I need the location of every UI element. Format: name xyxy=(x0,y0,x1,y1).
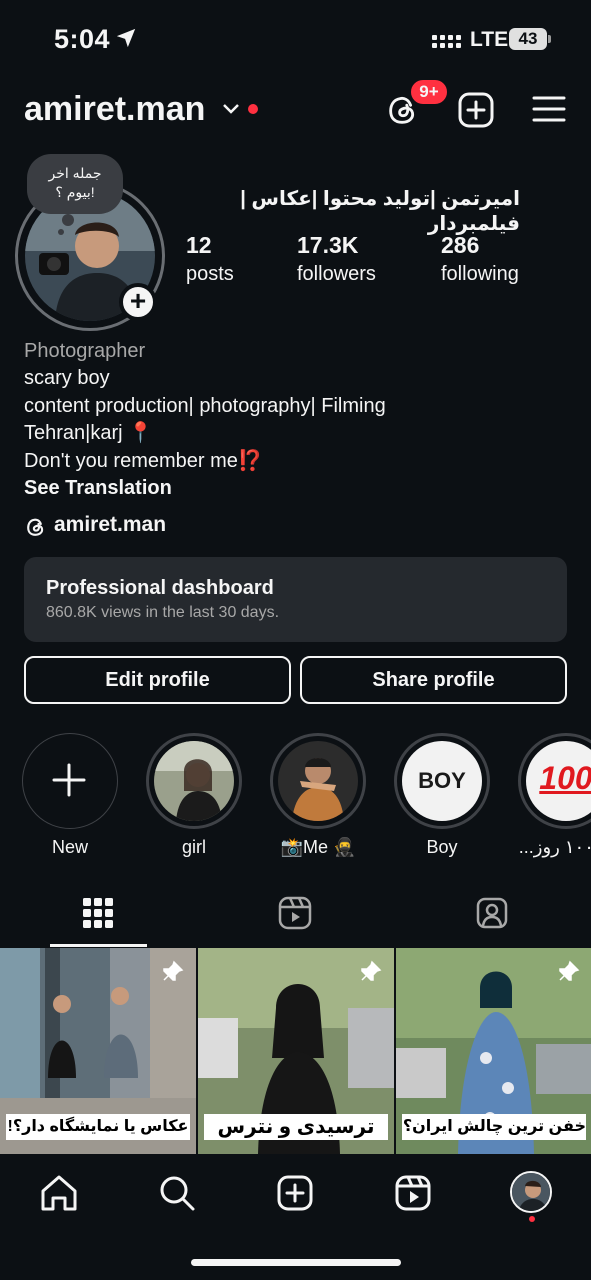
threads-icon xyxy=(27,518,44,536)
highlight-label: New xyxy=(51,837,88,857)
highlight-label: Boy xyxy=(426,837,458,857)
reels-icon xyxy=(278,896,312,930)
highlight-me[interactable]: 📸Me 🥷 xyxy=(270,733,366,858)
post-thumbnail[interactable]: ترسیدی و نترس xyxy=(198,948,394,1154)
highlight-label: girl xyxy=(181,837,206,857)
bio-line: Don't you remember me⁉️ xyxy=(24,449,263,472)
stat-label: following xyxy=(441,263,519,285)
highlight-100[interactable]: 100 تو ۱۰۰ روز... xyxy=(518,733,591,858)
stat-value: 17.3K xyxy=(297,232,359,258)
note-line-1: جمله اخر xyxy=(48,165,102,181)
bio-line: content production| photography| Filming xyxy=(24,394,386,417)
post-caption: خفن ترین چالش ایران؟! xyxy=(402,1114,586,1140)
highlight-ring xyxy=(146,733,242,829)
post-thumbnail[interactable]: عکاس یا نمایشگاه دار؟! xyxy=(0,948,196,1154)
status-bar: 5:04 LTE 43 xyxy=(0,0,591,80)
stat-followers[interactable]: 17.3K followers xyxy=(297,232,376,286)
activity-dot xyxy=(529,1216,535,1222)
stat-posts[interactable]: 12 posts xyxy=(186,232,234,286)
unread-dot xyxy=(248,104,258,114)
plus-square-icon[interactable] xyxy=(458,92,494,128)
full-name: امیرتمن |تولید محتوا |عکاس |فیلمبردار xyxy=(240,188,520,235)
bio-line: scary boy xyxy=(24,367,110,390)
pin-icon xyxy=(559,960,580,981)
chevron-down-icon[interactable] xyxy=(222,102,240,116)
reels-icon[interactable] xyxy=(391,1171,435,1215)
location-arrow-icon xyxy=(116,28,136,48)
highlight-cover-text: 100 xyxy=(539,760,591,796)
tab-reels[interactable] xyxy=(247,890,343,948)
note-tail xyxy=(62,214,74,226)
bio-line: Tehran|karj 📍 xyxy=(24,422,154,445)
stat-following[interactable]: 286 following xyxy=(441,232,519,286)
stat-value: 286 xyxy=(441,232,480,258)
tab-posts-grid[interactable] xyxy=(50,890,146,948)
tagged-icon xyxy=(476,897,508,929)
dashboard-title: Professional dashboard xyxy=(46,577,274,599)
threads-handle: amiret.man xyxy=(54,513,167,536)
profile-header: amiret.man 9+ xyxy=(0,78,591,140)
highlight-ring xyxy=(22,733,118,829)
stat-label: posts xyxy=(186,263,234,285)
post-caption: عکاس یا نمایشگاه دار؟! xyxy=(6,1114,190,1140)
pin-icon xyxy=(361,960,382,981)
dashboard-subtitle: 860.8K views in the last 30 days. xyxy=(46,604,280,621)
notification-badge: 9+ xyxy=(409,78,449,106)
see-translation-link[interactable]: See Translation xyxy=(24,475,574,502)
plus-icon xyxy=(52,763,86,797)
note-tail xyxy=(58,229,64,235)
highlight-label: تو ۱۰۰ روز... xyxy=(518,837,591,857)
status-time: 5:04 xyxy=(54,24,111,54)
add-story-button[interactable]: + xyxy=(119,283,157,321)
active-tab-indicator xyxy=(50,944,147,947)
highlight-cover: BOY xyxy=(402,741,482,821)
stat-value: 12 xyxy=(186,232,212,258)
category-label: Photographer xyxy=(24,340,146,362)
note-bubble[interactable]: جمله اخر بیوم ؟! xyxy=(27,154,123,214)
post-thumbnail[interactable]: خفن ترین چالش ایران؟! xyxy=(396,948,591,1154)
highlight-new[interactable]: New xyxy=(22,733,118,858)
username-switcher[interactable]: amiret.man xyxy=(24,90,205,129)
hamburger-icon[interactable] xyxy=(532,94,566,124)
highlight-ring: 100 xyxy=(518,733,591,829)
bio: Photographer scary boy content productio… xyxy=(24,338,574,502)
highlight-label: 📸Me 🥷 xyxy=(280,837,356,857)
post-caption: ترسیدی و نترس xyxy=(204,1114,388,1140)
highlight-cover-text: BOY xyxy=(418,768,466,793)
share-profile-button[interactable]: Share profile xyxy=(300,656,567,704)
tab-tagged[interactable] xyxy=(444,890,540,948)
profile-tab-avatar[interactable] xyxy=(510,1171,552,1213)
highlight-boy[interactable]: BOY Boy xyxy=(394,733,490,858)
battery-indicator: 43 xyxy=(509,28,547,50)
highlight-ring xyxy=(270,733,366,829)
highlight-cover: 100 xyxy=(526,741,591,821)
highlight-ring: BOY xyxy=(394,733,490,829)
professional-dashboard[interactable]: Professional dashboard 860.8K views in t… xyxy=(24,557,567,642)
note-line-2: بیوم ؟! xyxy=(55,184,95,200)
pin-icon xyxy=(163,960,184,981)
create-icon[interactable] xyxy=(273,1171,317,1215)
home-indicator xyxy=(191,1259,401,1266)
stat-label: followers xyxy=(297,263,376,285)
grid-icon xyxy=(83,898,113,928)
signal-icon xyxy=(432,35,461,48)
highlight-cover xyxy=(154,741,234,821)
network-type: LTE xyxy=(470,28,509,51)
search-icon[interactable] xyxy=(155,1171,199,1215)
home-icon[interactable] xyxy=(37,1171,81,1215)
profile-tabs xyxy=(0,890,591,948)
posts-grid: عکاس یا نمایشگاه دار؟! ترسیدی و نترس خفن… xyxy=(0,948,591,1154)
edit-profile-button[interactable]: Edit profile xyxy=(24,656,291,704)
highlight-cover xyxy=(278,741,358,821)
highlight-girl[interactable]: girl xyxy=(146,733,242,858)
battery-nub xyxy=(548,35,551,43)
